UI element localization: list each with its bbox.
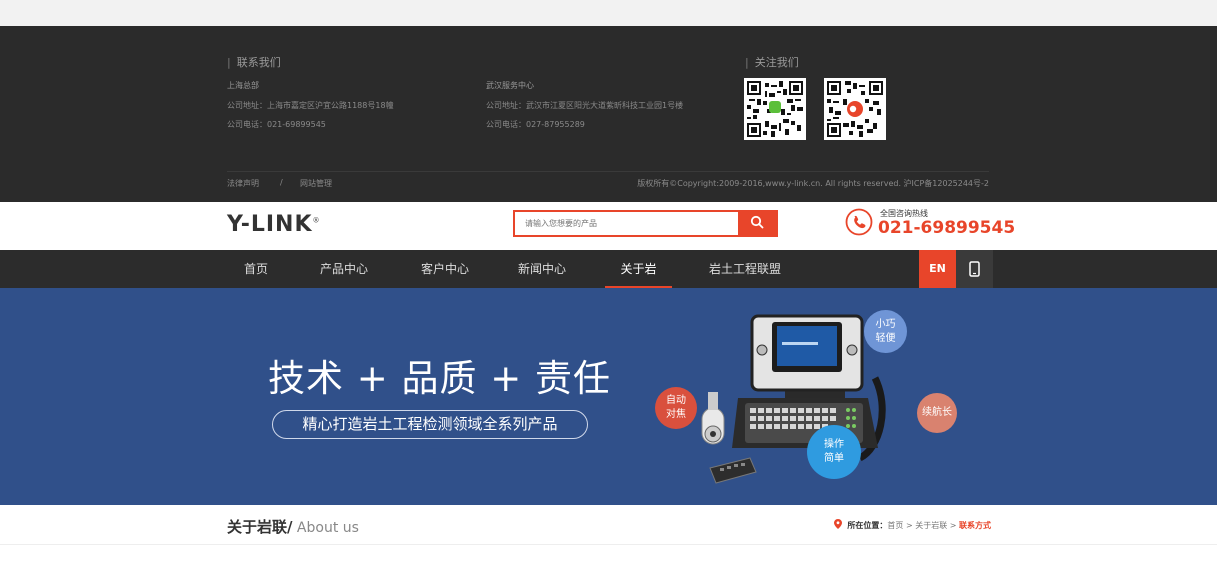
shanghai-name: 上海总部 xyxy=(227,81,259,90)
hotline-number: 021-69899545 xyxy=(878,218,1016,238)
nav-item-customers[interactable]: 客户中心 xyxy=(417,250,473,288)
breadcrumb-about[interactable]: 关于岩联 xyxy=(915,521,947,530)
banner-slogan: 技术 + 品质 + 责任 xyxy=(268,357,612,400)
feature-bubble-small-label: 小巧 轻便 xyxy=(875,318,896,344)
feature-bubble-easy: 操作 简单 xyxy=(807,425,861,479)
weibo-qr-icon xyxy=(827,81,883,137)
footer-sep: / xyxy=(280,178,283,187)
mobile-button[interactable] xyxy=(956,250,993,288)
copyright: 版权所有©Copyright:2009-2016,www.y-link.cn. … xyxy=(637,179,989,188)
search-input[interactable] xyxy=(515,212,740,235)
wuhan-name: 武汉服务中心 xyxy=(486,81,534,90)
feature-bubble-battery-label: 续航长 xyxy=(922,407,952,418)
page-title-en: About us xyxy=(292,520,359,536)
breadcrumb-home[interactable]: 首页 xyxy=(887,521,903,530)
wuhan-address: 公司地址：武汉市江夏区阳光大道紫昕科技工业园1号楼 xyxy=(486,101,684,110)
main-nav: 首页 产品中心 客户中心 新闻中心 关于岩联 岩土工程联盟 EN xyxy=(0,250,1217,314)
feature-bubble-autofocus-label: 自动 对焦 xyxy=(666,395,686,420)
weibo-qr-code xyxy=(824,78,886,140)
product-device-image xyxy=(701,314,886,484)
site-admin-link[interactable]: 网站管理 xyxy=(300,178,332,189)
shanghai-address: 公司地址：上海市嘉定区沪宜公路1188号18幢 xyxy=(227,101,394,110)
page-title-cn: 关于岩联/ xyxy=(227,518,293,536)
phone-icon xyxy=(845,208,873,236)
english-button[interactable]: EN xyxy=(919,250,956,288)
page-header-bar: 关于岩联/ About us 所在位置：首页 > 关于岩联 > 联系方式 xyxy=(0,505,1217,545)
search-box xyxy=(513,210,778,237)
breadcrumb: 所在位置：首页 > 关于岩联 > 联系方式 xyxy=(833,519,991,531)
page-title: 关于岩联/ About us xyxy=(227,516,359,537)
logo-text: Y-LINK xyxy=(227,212,313,237)
nav-item-home[interactable]: 首页 xyxy=(236,250,276,288)
nav-item-about[interactable]: 关于岩联 xyxy=(605,250,672,314)
logo[interactable]: Y-LINK® xyxy=(227,212,321,237)
feature-bubble-easy-label: 操作 简单 xyxy=(824,439,844,464)
contact-title: 联系我们 xyxy=(227,54,281,70)
wechat-qr-code xyxy=(744,78,806,140)
breadcrumb-label: 所在位置： xyxy=(847,521,888,530)
feature-bubble-small: 小巧 轻便 xyxy=(864,310,907,353)
search-icon xyxy=(750,215,764,229)
breadcrumb-sep: > xyxy=(903,521,916,530)
breadcrumb-current: 联系方式 xyxy=(959,521,991,530)
nav-item-products[interactable]: 产品中心 xyxy=(316,250,372,288)
feature-bubble-autofocus: 自动 对焦 xyxy=(655,387,697,429)
nav-item-news[interactable]: 新闻中心 xyxy=(514,250,570,288)
top-gap xyxy=(0,0,1217,26)
follow-title: 关注我们 xyxy=(745,54,799,70)
hero-banner[interactable]: 技术 + 品质 + 责任 精心打造岩土工程检测领域全系列产品 小巧 轻便 自动 … xyxy=(0,288,1217,505)
nav-item-alliance[interactable]: 岩土工程联盟 xyxy=(705,250,785,288)
banner-subtitle: 精心打造岩土工程检测领域全系列产品 xyxy=(272,410,588,439)
footer: 联系我们 关注我们 上海总部 公司地址：上海市嘉定区沪宜公路1188号18幢 公… xyxy=(0,26,1217,202)
header: Y-LINK® 全国咨询热线 021-69899545 xyxy=(0,202,1217,250)
feature-bubble-battery: 续航长 xyxy=(917,393,957,433)
wuhan-phone: 公司电话：027-87955289 xyxy=(486,120,585,129)
search-button[interactable] xyxy=(738,212,776,235)
location-pin-icon xyxy=(833,519,842,529)
footer-divider xyxy=(227,171,989,172)
breadcrumb-sep: > xyxy=(947,521,959,530)
mobile-phone-icon xyxy=(969,261,980,277)
logo-mark: ® xyxy=(312,216,321,225)
shanghai-phone: 公司电话：021-69899545 xyxy=(227,120,326,129)
legal-link[interactable]: 法律声明 xyxy=(227,178,259,189)
wechat-qr-icon xyxy=(747,81,803,137)
